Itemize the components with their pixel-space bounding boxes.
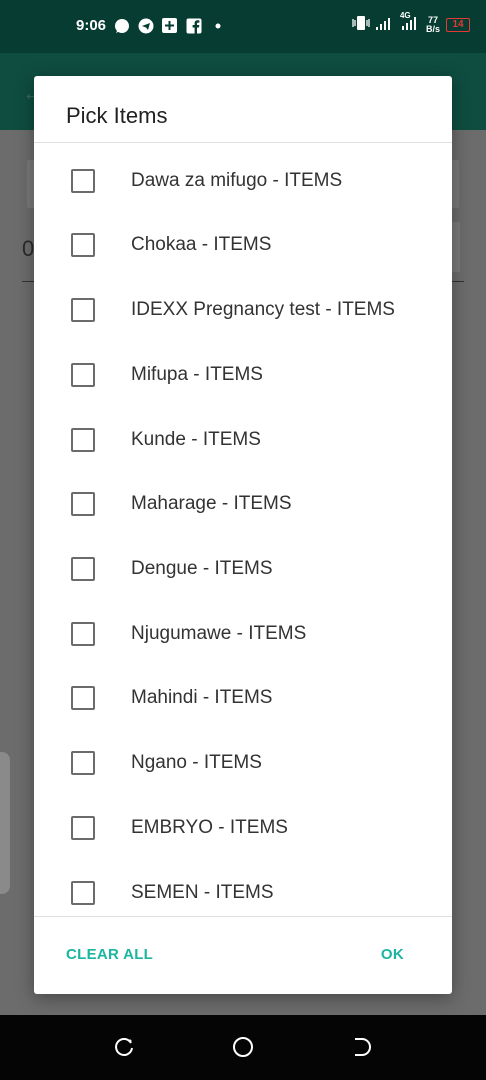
net-speed-unit: B/s — [425, 23, 440, 34]
clear-all-button[interactable]: CLEAR ALL — [66, 946, 153, 963]
network-type: 4G — [399, 11, 411, 20]
vibrate-icon — [352, 15, 370, 34]
checkbox[interactable] — [71, 233, 95, 257]
pick-items-dialog: Pick Items Dawa za mifugo - ITEMS Chokaa… — [34, 76, 452, 994]
battery-level: 14 — [452, 18, 464, 30]
list-item[interactable]: Chokaa - ITEMS — [34, 213, 452, 277]
back-icon[interactable] — [350, 1035, 374, 1059]
item-label: Dawa za mifugo - ITEMS — [131, 170, 343, 191]
checkbox[interactable] — [71, 686, 95, 710]
checkbox[interactable] — [71, 363, 95, 387]
item-label: Kunde - ITEMS — [131, 429, 261, 450]
checkbox[interactable] — [71, 169, 95, 193]
signal-4g-icon: 4G — [400, 11, 420, 33]
item-label: Ngano - ITEMS — [131, 752, 262, 773]
list-item[interactable]: Kunde - ITEMS — [34, 408, 452, 472]
list-item[interactable]: Mahindi - ITEMS — [34, 666, 452, 730]
item-label: Njugumawe - ITEMS — [131, 623, 307, 644]
item-label: IDEXX Pregnancy test - ITEMS — [131, 299, 395, 320]
background-card — [0, 752, 10, 894]
items-list[interactable]: Dawa za mifugo - ITEMS Chokaa - ITEMS ID… — [34, 143, 452, 916]
checkbox[interactable] — [71, 298, 95, 322]
net-speed: 77 B/s — [425, 15, 440, 34]
signal-icon — [375, 16, 394, 33]
checkbox[interactable] — [71, 428, 95, 452]
telegram-icon — [137, 17, 154, 34]
list-item[interactable]: SEMEN - ITEMS — [34, 861, 452, 916]
item-label: Mahindi - ITEMS — [131, 687, 273, 708]
status-bar: 9:06 4G 77 B/s 14 — [0, 0, 486, 53]
checkbox[interactable] — [71, 557, 95, 581]
battery-icon: 14 — [446, 17, 470, 32]
list-item[interactable]: Ngano - ITEMS — [34, 731, 452, 795]
whatsapp-icon — [113, 17, 130, 34]
list-item[interactable]: EMBRYO - ITEMS — [34, 796, 452, 860]
add-box-icon — [161, 17, 178, 34]
list-item[interactable]: Dawa za mifugo - ITEMS — [34, 149, 452, 213]
checkbox[interactable] — [71, 816, 95, 840]
status-left: 9:06 — [76, 17, 226, 34]
list-item[interactable]: Mifupa - ITEMS — [34, 343, 452, 407]
checkbox[interactable] — [71, 751, 95, 775]
ok-button[interactable]: OK — [381, 946, 404, 963]
home-icon[interactable] — [231, 1035, 255, 1059]
list-item[interactable]: IDEXX Pregnancy test - ITEMS — [34, 278, 452, 342]
divider — [34, 916, 452, 917]
checkbox[interactable] — [71, 622, 95, 646]
list-item[interactable]: Dengue - ITEMS — [34, 537, 452, 601]
background-field-value: 0 — [22, 236, 35, 261]
item-label: SEMEN - ITEMS — [131, 882, 274, 903]
recent-apps-icon[interactable] — [112, 1035, 136, 1059]
facebook-icon — [185, 17, 202, 34]
list-item[interactable]: Maharage - ITEMS — [34, 472, 452, 536]
item-label: EMBRYO - ITEMS — [131, 817, 288, 838]
checkbox[interactable] — [71, 492, 95, 516]
dialog-title: Pick Items — [66, 103, 168, 128]
navigation-bar — [0, 1015, 486, 1080]
item-label: Dengue - ITEMS — [131, 558, 273, 579]
item-label: Mifupa - ITEMS — [131, 364, 263, 385]
status-right: 4G 77 B/s 14 — [352, 11, 470, 34]
list-item[interactable]: Njugumawe - ITEMS — [34, 602, 452, 666]
dot-icon — [209, 17, 226, 34]
item-label: Maharage - ITEMS — [131, 493, 292, 514]
checkbox[interactable] — [71, 881, 95, 905]
item-label: Chokaa - ITEMS — [131, 234, 272, 255]
status-time: 9:06 — [76, 17, 107, 34]
